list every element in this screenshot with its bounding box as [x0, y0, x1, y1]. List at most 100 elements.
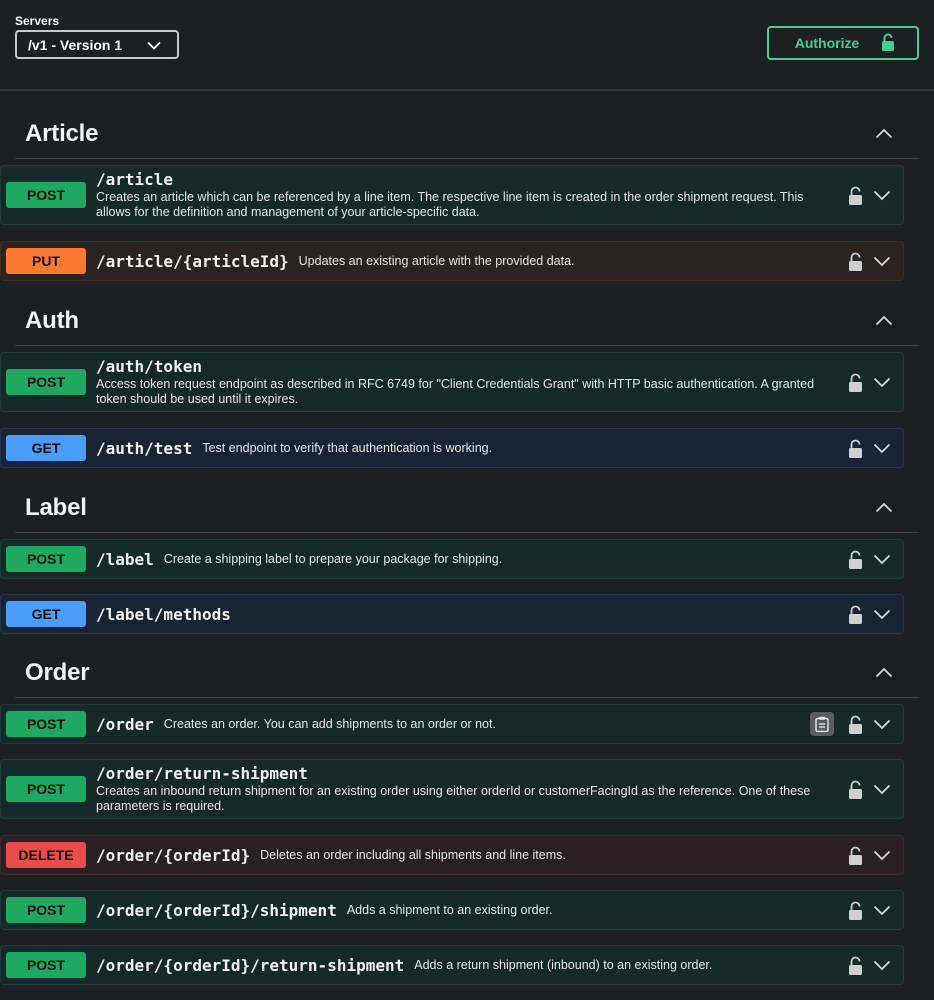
operation-post-order-return-shipment[interactable]: POST /order/return-shipment Creates an i…	[0, 759, 904, 819]
method-badge: POST	[6, 369, 86, 395]
operation-path: /article	[96, 170, 174, 189]
chevron-up-icon[interactable]	[875, 128, 893, 139]
chevron-down-icon	[147, 37, 161, 53]
operation-path: /label/methods	[96, 604, 231, 624]
chevron-down-icon[interactable]	[873, 609, 891, 620]
method-badge: GET	[6, 435, 86, 461]
chevron-down-icon[interactable]	[873, 850, 891, 861]
servers-label: Servers	[15, 14, 60, 28]
lock-icon[interactable]	[848, 715, 863, 734]
authorize-button-label: Authorize	[794, 35, 860, 51]
lock-icon[interactable]	[848, 373, 863, 392]
chevron-down-icon[interactable]	[873, 905, 891, 916]
operation-description: Adds a shipment to an existing order.	[346, 903, 553, 917]
operation-get-auth-test[interactable]: GET /auth/test Test endpoint to verify t…	[0, 428, 904, 468]
lock-icon[interactable]	[848, 901, 863, 920]
unlock-icon	[881, 33, 895, 54]
operation-path: /order/return-shipment	[96, 764, 308, 783]
lock-icon[interactable]	[848, 846, 863, 865]
chevron-up-icon[interactable]	[875, 502, 893, 513]
section-header-article[interactable]: Article	[15, 109, 919, 159]
server-select[interactable]: /v1 - Version 1	[15, 30, 179, 59]
section-header-auth[interactable]: Auth	[15, 296, 919, 346]
clipboard-icon	[815, 716, 829, 732]
lock-icon[interactable]	[848, 605, 863, 624]
operation-post-auth-token[interactable]: POST /auth/token Access token request en…	[0, 352, 904, 412]
operation-path: /order	[96, 714, 154, 734]
operation-post-label[interactable]: POST /label Create a shipping label to p…	[0, 539, 904, 579]
copy-to-clipboard-button[interactable]	[810, 712, 834, 736]
authorize-button[interactable]: Authorize	[767, 26, 919, 60]
section-header-label[interactable]: Label	[15, 483, 919, 533]
section-auth: Auth	[15, 296, 919, 346]
lock-icon[interactable]	[848, 439, 863, 458]
operation-path: /order/{orderId}/shipment	[96, 900, 337, 920]
operation-description: Deletes an order including all shipments…	[260, 848, 566, 862]
lock-icon[interactable]	[848, 550, 863, 569]
section-title: Article	[25, 119, 99, 147]
chevron-down-icon[interactable]	[873, 443, 891, 454]
operation-post-order-return-shipment-by-id[interactable]: POST /order/{orderId}/return-shipment Ad…	[0, 945, 904, 985]
operation-path: /order/{orderId}	[96, 845, 251, 865]
operation-description: Test endpoint to verify that authenticat…	[202, 441, 493, 455]
chevron-down-icon[interactable]	[873, 960, 891, 971]
operation-summary: /label/methods	[96, 605, 903, 624]
chevron-down-icon[interactable]	[873, 377, 891, 388]
operation-summary: /auth/token Access token request endpoin…	[96, 357, 903, 407]
method-badge: GET	[6, 601, 86, 627]
operation-put-article-id[interactable]: PUT /article/{articleId} Updates an exis…	[0, 241, 904, 281]
operation-post-order[interactable]: POST /order Creates an order. You can ad…	[0, 704, 904, 744]
operation-description: Creates an inbound return shipment for a…	[96, 784, 811, 813]
servers-bar: Servers /v1 - Version 1 Authorize	[0, 0, 934, 91]
operation-delete-order-id[interactable]: DELETE /order/{orderId} Deletes an order…	[0, 835, 904, 875]
operation-tools	[848, 353, 891, 411]
chevron-up-icon[interactable]	[875, 667, 893, 678]
chevron-down-icon[interactable]	[873, 190, 891, 201]
operation-path: /label	[96, 549, 154, 569]
operation-description: Adds a return shipment (inbound) to an e…	[414, 958, 713, 972]
chevron-down-icon[interactable]	[873, 719, 891, 730]
method-badge: POST	[6, 711, 86, 737]
lock-icon[interactable]	[848, 780, 863, 799]
operation-post-article[interactable]: POST /article Creates an article which c…	[0, 165, 904, 225]
section-header-order[interactable]: Order	[15, 648, 919, 698]
operation-path: /auth/test	[96, 438, 193, 458]
operation-summary: /article Creates an article which can be…	[96, 170, 903, 220]
operation-summary: /article/{articleId} Updates an existing…	[96, 252, 903, 271]
chevron-down-icon[interactable]	[873, 784, 891, 795]
section-title: Label	[25, 493, 87, 521]
operation-path: /auth/token	[96, 357, 202, 376]
operation-tools	[848, 946, 891, 984]
chevron-up-icon[interactable]	[875, 315, 893, 326]
operation-summary: /order Creates an order. You can add shi…	[96, 715, 903, 734]
operation-tools	[848, 891, 891, 929]
method-badge: POST	[6, 776, 86, 802]
lock-icon[interactable]	[848, 956, 863, 975]
operation-summary: /order/return-shipment Creates an inboun…	[96, 764, 903, 814]
operation-summary: /order/{orderId}/shipment Adds a shipmen…	[96, 901, 903, 920]
operation-summary: /order/{orderId}/return-shipment Adds a …	[96, 956, 903, 975]
section-title: Auth	[25, 306, 79, 334]
method-badge: DELETE	[6, 842, 86, 868]
section-article: Article	[15, 109, 919, 159]
operation-path: /order/{orderId}/return-shipment	[96, 955, 405, 975]
operation-summary: /label Create a shipping label to prepar…	[96, 550, 903, 569]
method-badge: PUT	[6, 248, 86, 274]
lock-icon[interactable]	[848, 252, 863, 271]
operation-tools	[848, 760, 891, 818]
operation-description: Create a shipping label to prepare your …	[163, 552, 503, 566]
chevron-down-icon[interactable]	[873, 256, 891, 267]
operation-description: Updates an existing article with the pro…	[298, 254, 575, 268]
chevron-down-icon[interactable]	[873, 554, 891, 565]
operation-description: Access token request endpoint as describ…	[96, 377, 815, 406]
operation-tools	[848, 836, 891, 874]
method-badge: POST	[6, 182, 86, 208]
operation-get-label-methods[interactable]: GET /label/methods	[0, 594, 904, 634]
operation-post-order-shipment[interactable]: POST /order/{orderId}/shipment Adds a sh…	[0, 890, 904, 930]
server-select-value: /v1 - Version 1	[28, 36, 123, 53]
operation-summary: /auth/test Test endpoint to verify that …	[96, 439, 903, 458]
lock-icon[interactable]	[848, 186, 863, 205]
operation-tools	[848, 429, 891, 467]
operation-tools	[848, 595, 891, 633]
operation-summary: /order/{orderId} Deletes an order includ…	[96, 846, 903, 865]
